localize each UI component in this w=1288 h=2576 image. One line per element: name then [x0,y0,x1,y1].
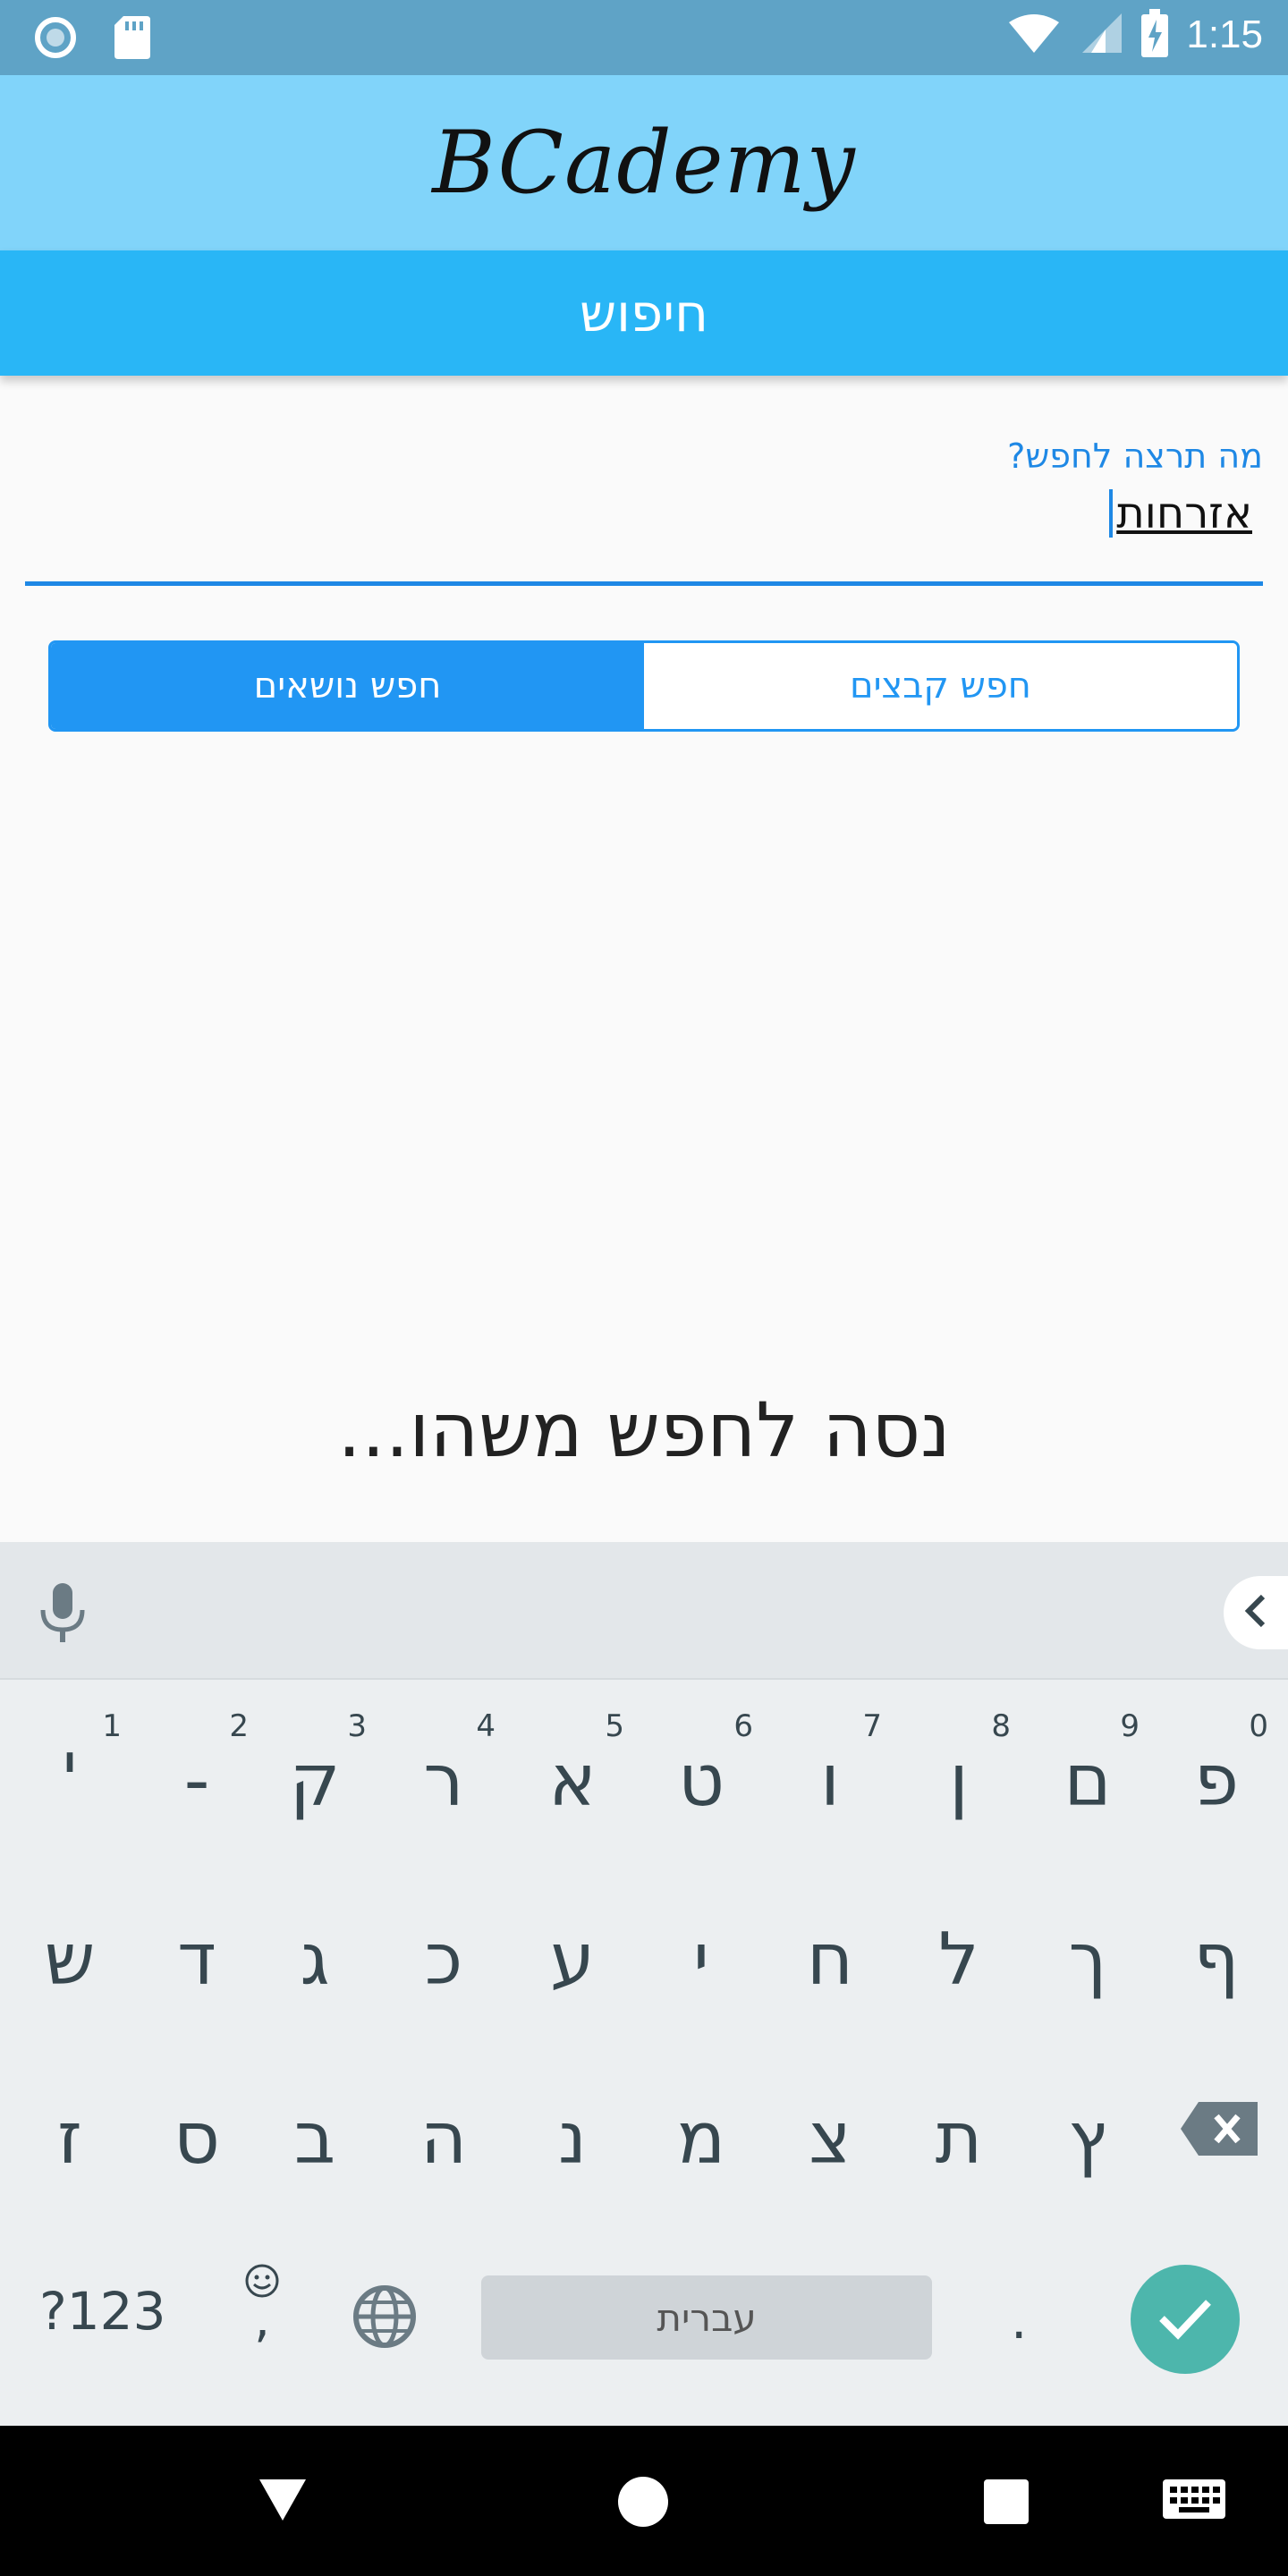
key-letter[interactable]: נ [508,2048,637,2227]
empty-state-message: נסה לחפש משהו... [337,1386,951,1474]
comma-emoji-key[interactable]: , [231,2263,293,2349]
key-hint: 8 [991,1708,1011,1744]
key-letter[interactable]: ץ [1023,2048,1152,2227]
key-hint: 5 [605,1708,624,1744]
key-letter[interactable]: א5 [508,1690,637,1869]
text-cursor [1109,489,1114,538]
key-letter[interactable]: ג [250,1869,379,2048]
key-letter[interactable]: ט6 [637,1690,766,1869]
key-letter[interactable]: ז [5,2048,134,2227]
search-input-value: אזרחות [1116,488,1252,538]
key-letter[interactable]: ר4 [379,1690,508,1869]
sd-card-icon [114,16,150,63]
app-logo: BCademy [432,113,856,213]
key-label: ם [1063,1738,1112,1822]
key-letter[interactable]: פ0 [1152,1690,1281,1869]
key-letter[interactable]: ף [1152,1869,1281,2048]
status-bar: 1:15 [0,0,1288,75]
keyboard-switch-icon[interactable] [1163,2479,1225,2528]
page-title: חיפוש [580,283,708,343]
key-label: פ [1194,1738,1239,1822]
key-letter[interactable]: ם9 [1023,1690,1152,1869]
key-letter[interactable]: מ [637,2048,766,2227]
comma-label: , [254,2291,270,2349]
key-letter[interactable]: י [637,1869,766,2048]
key-letter[interactable]: ' 1 [5,1690,134,1869]
key-label: ן [949,1738,969,1822]
key-hint: 2 [229,1708,249,1744]
key-letter[interactable]: -2 [132,1690,261,1869]
key-letter[interactable]: ע [508,1869,637,2048]
backspace-icon [1181,2102,1258,2159]
space-key[interactable]: עברית [481,2275,932,2360]
key-letter[interactable]: ה [379,2048,508,2227]
search-input[interactable]: אזרחות [1109,488,1252,538]
globe-icon [352,2285,417,2352]
app-header: BCademy [0,75,1288,250]
done-key[interactable] [1131,2265,1240,2374]
search-mode-toggle: חפש נושאים חפש קבצים [48,640,1240,732]
recents-square-icon[interactable] [982,2478,1030,2529]
key-hint: 7 [862,1708,882,1744]
section-title-bar: חיפוש [0,250,1288,376]
search-field-label: מה תרצה לחפש? [1007,436,1263,476]
key-hint: 3 [347,1708,367,1744]
navigation-bar [0,2426,1288,2576]
search-input-underline [25,581,1263,586]
key-letter[interactable]: ל [894,1869,1023,2048]
battery-charging-icon [1141,9,1169,61]
keyboard-suggestion-strip [0,1542,1288,1680]
key-letter[interactable]: כ [379,1869,508,2048]
symbols-key[interactable]: ?123 [39,2281,166,2342]
wifi-icon [1007,12,1061,58]
home-circle-icon[interactable] [617,2476,669,2531]
language-switch-key[interactable] [352,2284,417,2352]
key-letter[interactable]: ו7 [766,1690,894,1869]
key-letter[interactable]: ח [766,1869,894,2048]
key-label: ק [289,1738,341,1822]
period-key[interactable]: . [1011,2290,1027,2351]
key-letter[interactable]: ן8 [894,1690,1023,1869]
key-hint: 0 [1249,1708,1268,1744]
key-hint: 4 [476,1708,496,1744]
key-letter[interactable]: ב [250,2048,379,2227]
back-triangle-icon[interactable] [256,2476,309,2528]
key-letter[interactable]: ס [132,2048,261,2227]
key-label: ו [820,1738,840,1822]
key-label: ' [60,1738,80,1822]
chevron-left-icon [1241,1593,1268,1632]
search-topics-button[interactable]: חפש נושאים [51,643,644,729]
backspace-key[interactable] [1181,2102,1258,2159]
key-letter[interactable]: ך [1023,1869,1152,2048]
key-letter[interactable]: צ [766,2048,894,2227]
key-letter[interactable]: ת [894,2048,1023,2227]
key-label: א [548,1738,597,1822]
key-hint: 6 [733,1708,753,1744]
key-letter[interactable]: ד [132,1869,261,2048]
clock-time: 1:15 [1186,13,1263,56]
key-hint: 1 [102,1708,122,1744]
key-label: ר [423,1738,464,1822]
signal-icon [1079,12,1123,58]
key-letter[interactable]: ש [5,1869,134,2048]
collapse-toolbar-button[interactable] [1224,1576,1288,1649]
key-label: - [183,1738,210,1822]
notification-circle-icon [32,14,79,64]
key-hint: 9 [1120,1708,1140,1744]
microphone-icon[interactable] [39,1583,86,1649]
check-icon [1157,2295,1214,2343]
key-label: ט [678,1738,724,1822]
search-files-button[interactable]: חפש קבצים [644,643,1237,729]
key-letter[interactable]: ק3 [250,1690,379,1869]
